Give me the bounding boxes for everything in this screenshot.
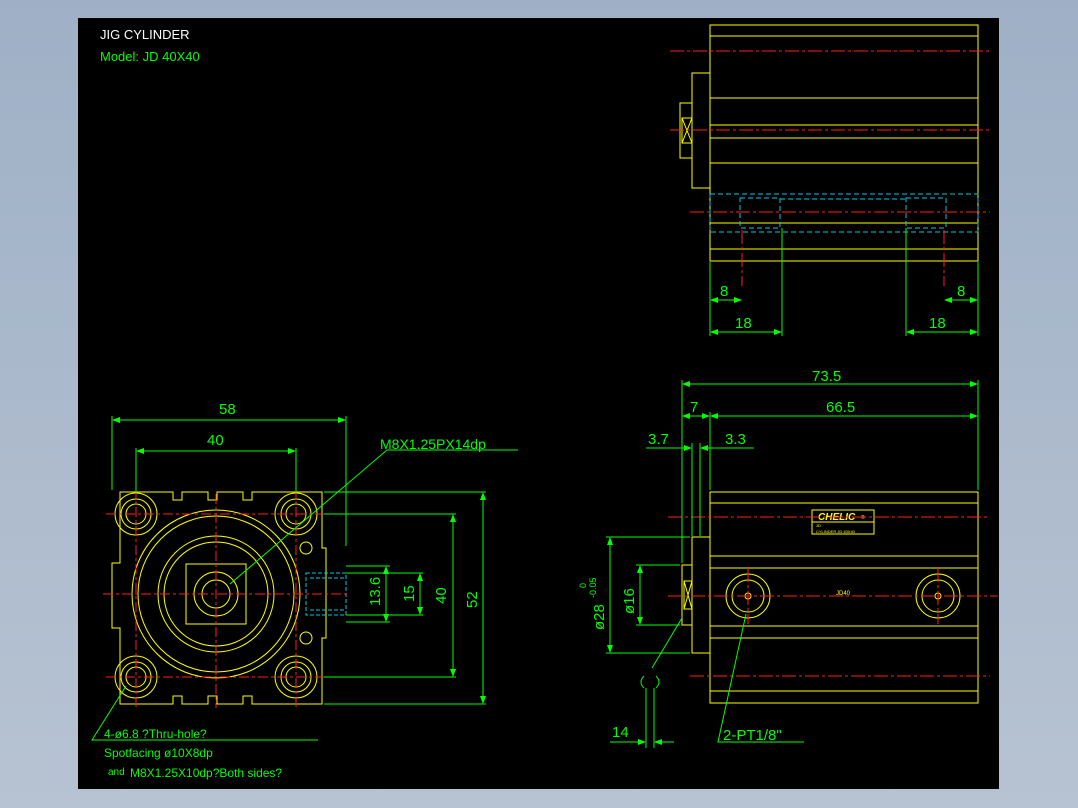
- model-label: Model: JD 40X40: [100, 49, 200, 64]
- dim-dia-16: ø16: [621, 588, 638, 614]
- cad-drawing: JIG CYLINDER Model: JD 40X40 8 8 18 18 5…: [91, 24, 998, 780]
- dim-dia-28-tol-upper: 0: [578, 583, 588, 588]
- dim-height-15: 15: [401, 585, 418, 602]
- drawing-sheet: JIG CYLINDER Model: JD 40X40 8 8 18 18 5…: [78, 18, 999, 789]
- dim-length-73-5: 73.5: [812, 368, 841, 385]
- front-view-dimensions: [91, 416, 518, 741]
- dim-top-left-8: 8: [720, 283, 728, 300]
- side-view-rod-end: [691, 536, 711, 654]
- brand-small-1: JD: [816, 523, 821, 528]
- port-note: 2-PT1/8": [723, 727, 782, 744]
- brand-small-2: CYLINDER JD 40X40: [816, 529, 856, 534]
- dim-dia-28-tol-lower: -0.05: [588, 577, 598, 598]
- hole-note-and: and: [108, 767, 125, 778]
- dim-length-3-7: 3.7: [648, 431, 669, 448]
- dim-height-52: 52: [464, 591, 481, 608]
- thread-note: M8X1.25PX14dp: [380, 436, 486, 452]
- dim-width-58: 58: [219, 401, 236, 418]
- dim-width-40: 40: [207, 432, 224, 449]
- dim-height-13-6: 13.6: [367, 577, 384, 606]
- front-view: [111, 491, 327, 705]
- dim-length-7: 7: [690, 399, 698, 416]
- front-view-dim-text: 58 40 M8X1.25PX14dp 13.6 15 40 52 4-ø6.8…: [104, 401, 486, 780]
- hole-note-line1: 4-ø6.8 ?Thru-hole?: [104, 727, 207, 741]
- top-view-body: [709, 24, 979, 262]
- dim-dia-28: ø28: [591, 604, 608, 630]
- side-view-centerlines: [668, 516, 998, 677]
- dim-length-3-3: 3.3: [725, 431, 746, 448]
- dim-top-left-18: 18: [735, 315, 752, 332]
- port-leader: [717, 613, 804, 743]
- top-view-dim-text: 8 8 18 18: [720, 283, 965, 332]
- side-view: [681, 491, 979, 704]
- dim-top-right-8: 8: [957, 283, 965, 300]
- brand-plate-text: CHELIC ® JD CYLINDER JD 40X40 JD40: [816, 512, 865, 597]
- dim-length-66-5: 66.5: [826, 399, 855, 416]
- thread-leader: [229, 449, 518, 585]
- dim-height-40: 40: [433, 587, 450, 604]
- top-view-centerlines: [670, 50, 990, 286]
- top-view: [679, 24, 979, 262]
- top-view-hidden-lines: [709, 193, 979, 233]
- dim-top-right-18: 18: [929, 315, 946, 332]
- hole-note-line2: Spotfacing ø10X8dp: [104, 746, 213, 760]
- hole-note-line3: M8X1.25X10dp?Both sides?: [130, 766, 282, 780]
- drawing-title: JIG CYLINDER: [100, 27, 190, 42]
- dim-rod-14: 14: [612, 724, 629, 741]
